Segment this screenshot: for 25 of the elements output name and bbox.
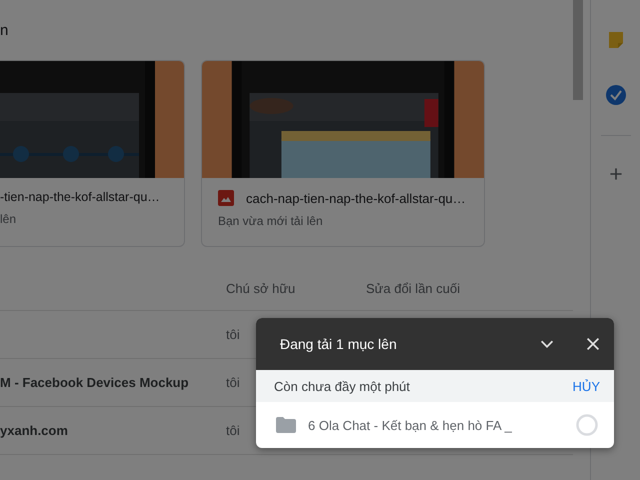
file-name: cach-nap-tien-nap-the-kof-allstar-qu… [246, 190, 466, 206]
owner-cell: tôi [226, 327, 240, 342]
owner-cell: tôi [226, 423, 240, 438]
file-name: yxanh.com [0, 423, 68, 438]
column-header[interactable]: Chú sở hữu [226, 281, 366, 310]
upload-status: Còn chưa đầy một phút [274, 378, 410, 394]
add-icon[interactable] [608, 166, 624, 182]
cancel-button[interactable]: HỦY [570, 376, 602, 396]
scrollbar-thumb[interactable] [573, 0, 583, 100]
close-icon[interactable] [584, 335, 602, 353]
file-card[interactable]: cach-nap-tien-nap-the-kof-allstar-qu… Bạn vừa mới tải lên [201, 60, 485, 247]
image-file-icon [218, 190, 234, 206]
file-subtitle: Bạn vừa mới tải lên [218, 214, 324, 228]
file-card[interactable]: -tien-nap-the-kof-allstar-qu… lên [0, 60, 185, 247]
tasks-icon[interactable] [606, 85, 626, 105]
file-name: -tien-nap-the-kof-allstar-qu… [0, 190, 160, 204]
upload-item-name: 6 Ola Chat - Kết bạn & hẹn hò FA _ [308, 418, 513, 432]
section-title: n [0, 21, 10, 41]
progress-ring-icon [576, 414, 598, 436]
folder-icon [276, 417, 296, 433]
file-name: M - Facebook Devices Mockup [0, 375, 189, 390]
owner-cell: tôi [226, 375, 240, 390]
column-header[interactable]: Sửa đổi lần cuối [366, 281, 573, 310]
panel-title: Đang tải 1 mục lên [280, 336, 398, 352]
file-subtitle: lên [0, 212, 18, 226]
